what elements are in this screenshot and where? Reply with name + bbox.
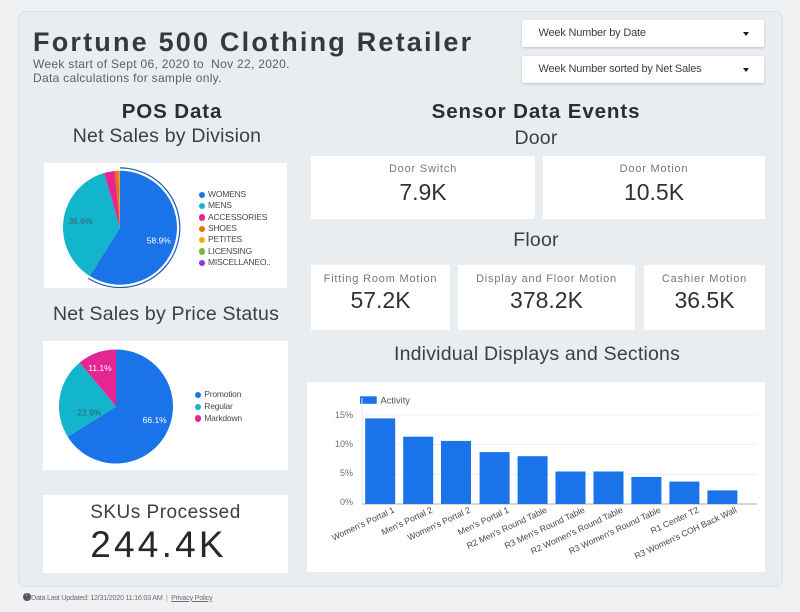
svg-text:Women's Portal 1: Women's Portal 1 [330, 505, 396, 543]
svg-text:22.9%: 22.9% [77, 408, 102, 418]
svg-text:15%: 15% [335, 410, 353, 420]
svg-text:11.1%: 11.1% [88, 363, 112, 373]
svg-text:0%: 0% [340, 497, 353, 507]
svg-text:36.6%: 36.6% [68, 216, 93, 226]
svg-text:Activity: Activity [381, 396, 411, 406]
svg-text:5%: 5% [340, 468, 353, 478]
svg-text:66.1%: 66.1% [143, 415, 168, 425]
svg-text:10%: 10% [335, 439, 353, 449]
svg-text:58.9%: 58.9% [147, 236, 172, 246]
